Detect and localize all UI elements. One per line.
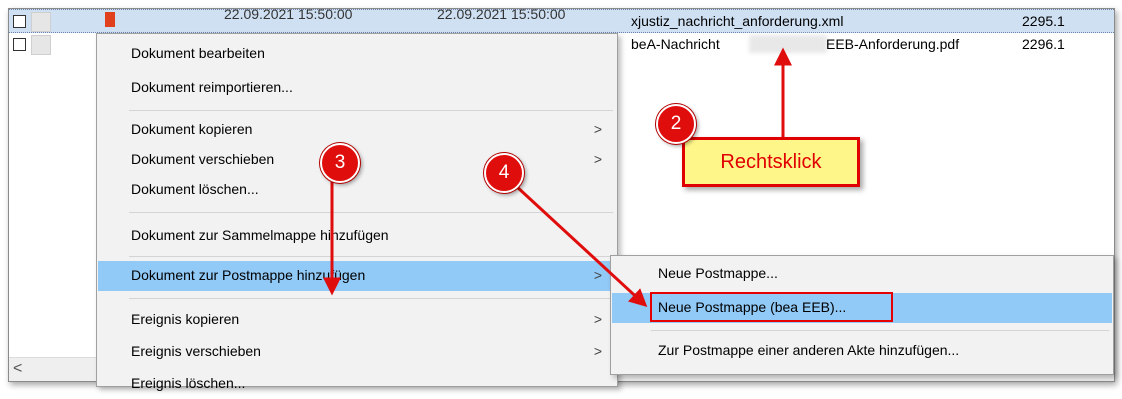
step-badge-3: 3 [320, 143, 360, 183]
menu-item-dokument-reimportieren[interactable]: Dokument reimportieren... [98, 73, 616, 103]
menu-item-ereignis-kopieren[interactable]: Ereignis kopieren > [98, 305, 616, 335]
office-document-icon [105, 12, 115, 27]
menu-item-label: Dokument reimportieren... [131, 79, 293, 95]
menu-item-dokument-kopieren[interactable]: Dokument kopieren > [98, 115, 616, 145]
menu-item-dokument-loeschen[interactable]: Dokument löschen... [98, 175, 616, 205]
scroll-left-icon[interactable]: < [13, 360, 29, 378]
menu-item-label: Zur Postmappe einer anderen Akte hinzufü… [658, 342, 960, 358]
chevron-right-icon: > [593, 151, 602, 167]
menu-item-label: Ereignis löschen... [131, 375, 246, 391]
row-checkbox[interactable] [13, 15, 26, 28]
menu-item-label: Ereignis kopieren [131, 311, 240, 327]
rechtsklick-callout: Rechtsklick [682, 137, 860, 187]
menu-item-neue-postmappe[interactable]: Neue Postmappe... [612, 259, 1112, 289]
menu-item-dokument-bearbeiten[interactable]: Dokument bearbeiten [98, 39, 616, 69]
row-status-box [31, 35, 51, 55]
row-date-modified: 22.09.2021 15:50:00 [437, 8, 566, 22]
menu-item-sammelmappe[interactable]: Dokument zur Sammelmappe hinzufügen [98, 221, 616, 251]
menu-item-label: Ereignis verschieben [131, 343, 261, 359]
row-filename-suffix: EEB-Anforderung.pdf [826, 36, 960, 52]
chevron-right-icon: > [593, 121, 602, 137]
menu-item-label: Dokument verschieben [131, 151, 275, 167]
menu-item-ereignis-loeschen[interactable]: Ereignis löschen... [98, 369, 616, 399]
menu-item-label: Neue Postmappe... [658, 265, 778, 281]
highlight-box [650, 292, 893, 322]
row-filename-prefix: beA-Nachricht [631, 36, 720, 52]
menu-item-label: Dokument kopieren [131, 121, 253, 137]
step-badge-2: 2 [656, 104, 696, 144]
context-menu: Dokument bearbeiten Dokument reimportier… [96, 33, 618, 391]
chevron-right-icon: > [593, 267, 602, 283]
row-filename: xjustiz_nachricht_anforderung.xml [631, 13, 844, 29]
menu-item-label: Dokument zur Sammelmappe hinzufügen [131, 227, 389, 243]
step-badge-4: 4 [484, 153, 524, 193]
row-checkbox[interactable] [13, 38, 26, 51]
menu-item-postmappe[interactable]: Dokument zur Postmappe hinzufügen > [98, 261, 616, 291]
menu-item-label: Dokument zur Postmappe hinzufügen [131, 267, 366, 283]
menu-separator [129, 212, 613, 213]
row-date-created: 22.09.2021 15:50:00 [224, 8, 353, 22]
table-row[interactable]: 22.09.2021 15:50:00 22.09.2021 15:50:00 … [9, 9, 1114, 33]
menu-item-ereignis-verschieben[interactable]: Ereignis verschieben > [98, 337, 616, 367]
redacted-text [749, 35, 827, 53]
chevron-right-icon: > [593, 343, 602, 359]
menu-separator [129, 298, 613, 299]
menu-item-label: Dokument bearbeiten [131, 45, 265, 61]
menu-separator [651, 330, 1109, 331]
menu-item-label: Dokument löschen... [131, 181, 259, 197]
menu-item-andere-akte[interactable]: Zur Postmappe einer anderen Akte hinzufü… [612, 336, 1112, 366]
row-status-box [31, 12, 51, 32]
row-number: 2295.1 [1022, 13, 1065, 29]
row-number: 2296.1 [1022, 36, 1065, 52]
menu-separator [129, 256, 613, 257]
chevron-right-icon: > [593, 311, 602, 327]
menu-separator [129, 110, 613, 111]
